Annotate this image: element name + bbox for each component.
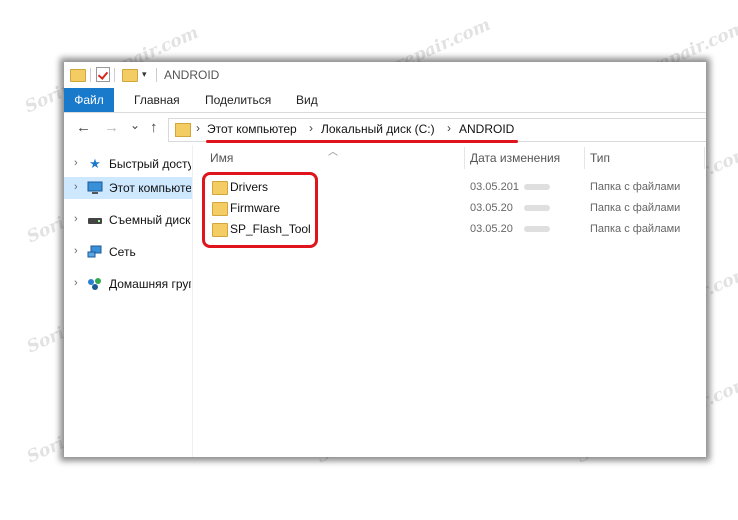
sidebar-item-network[interactable]: › Сеть [64,241,192,263]
navigation-pane: › ★ Быстрый доступ › Этот компьютер › Съ… [64,145,193,457]
sidebar-item-label: Сеть [109,245,136,259]
back-arrow-icon[interactable]: ← [76,120,91,135]
sidebar-item-label: Быстрый доступ [109,157,191,171]
tab-view[interactable]: Вид [296,88,318,112]
file-date: 03.05.20 [470,202,513,214]
recent-locations-chevron-icon[interactable]: ⌄ [130,118,140,132]
column-divider[interactable] [704,147,705,169]
column-header-date[interactable]: Дата изменения [470,151,560,165]
sidebar-item-removable-disk[interactable]: › Съемный диск [64,209,192,231]
tab-home[interactable]: Главная [134,88,180,112]
chevron-right-icon[interactable]: › [74,245,78,257]
forward-arrow-icon[interactable]: → [104,120,119,135]
explorer-window: ▾ ANDROID Файл Главная Поделиться Вид ← … [64,62,706,457]
homegroup-icon [87,277,103,291]
column-divider[interactable] [584,147,585,169]
tab-file[interactable]: Файл [64,88,114,112]
network-icon [87,245,103,259]
drive-icon [87,213,103,227]
computer-icon [87,181,103,195]
column-header-name[interactable]: Имя [210,151,233,165]
window-title: ANDROID [164,68,220,82]
breadcrumb-this-pc[interactable]: Этот компьютер [207,122,297,136]
chevron-right-icon[interactable]: › [74,157,78,169]
toolbar-divider [114,68,115,82]
folder-icon [70,69,86,82]
file-type: Папка с файлами [590,202,681,214]
breadcrumb-separator[interactable]: › [196,121,200,135]
up-arrow-icon[interactable]: ↑ [150,120,158,135]
column-header-type[interactable]: Тип [590,151,610,165]
column-divider[interactable] [464,147,465,169]
title-bar: ▾ ANDROID [64,62,706,88]
address-bar[interactable]: › Этот компьютер › Локальный диск (C:) ›… [168,118,706,142]
chevron-right-icon[interactable]: › [74,181,78,193]
annotation-underline [206,140,518,143]
new-folder-icon[interactable] [122,69,138,82]
breadcrumb-separator[interactable]: › [447,121,451,135]
sidebar-item-this-pc[interactable]: › Этот компьютер [64,177,192,199]
file-date: 03.05.201 [470,181,519,193]
file-type: Папка с файлами [590,223,681,235]
quick-access-dropdown-icon[interactable]: ▾ [142,69,147,80]
file-date: 03.05.20 [470,223,513,235]
blurred-time [524,205,550,211]
folder-icon [175,123,191,137]
annotation-highlight-box [202,172,318,248]
properties-check-icon[interactable] [96,67,110,82]
sidebar-item-label: Съемный диск [109,213,191,227]
sidebar-item-label: Домашняя группа [109,277,191,291]
chevron-right-icon[interactable]: › [74,213,78,225]
breadcrumb-separator[interactable]: › [309,121,313,135]
blurred-time [524,184,550,190]
file-type: Папка с файлами [590,181,681,193]
sidebar-item-quick-access[interactable]: › ★ Быстрый доступ [64,153,192,175]
blurred-time [524,226,550,232]
sort-ascending-icon: ︿ [328,147,338,158]
breadcrumb-local-disk[interactable]: Локальный диск (C:) [321,122,435,136]
breadcrumb-android[interactable]: ANDROID [459,122,514,136]
tab-share[interactable]: Поделиться [205,88,271,112]
chevron-right-icon[interactable]: › [74,277,78,289]
toolbar-divider [90,68,91,82]
sidebar-item-homegroup[interactable]: › Домашняя группа [64,273,192,295]
ribbon-tabs: Файл Главная Поделиться Вид [64,88,706,113]
star-icon: ★ [89,156,101,171]
sidebar-item-label: Этот компьютер [109,181,191,195]
title-divider [156,68,157,82]
